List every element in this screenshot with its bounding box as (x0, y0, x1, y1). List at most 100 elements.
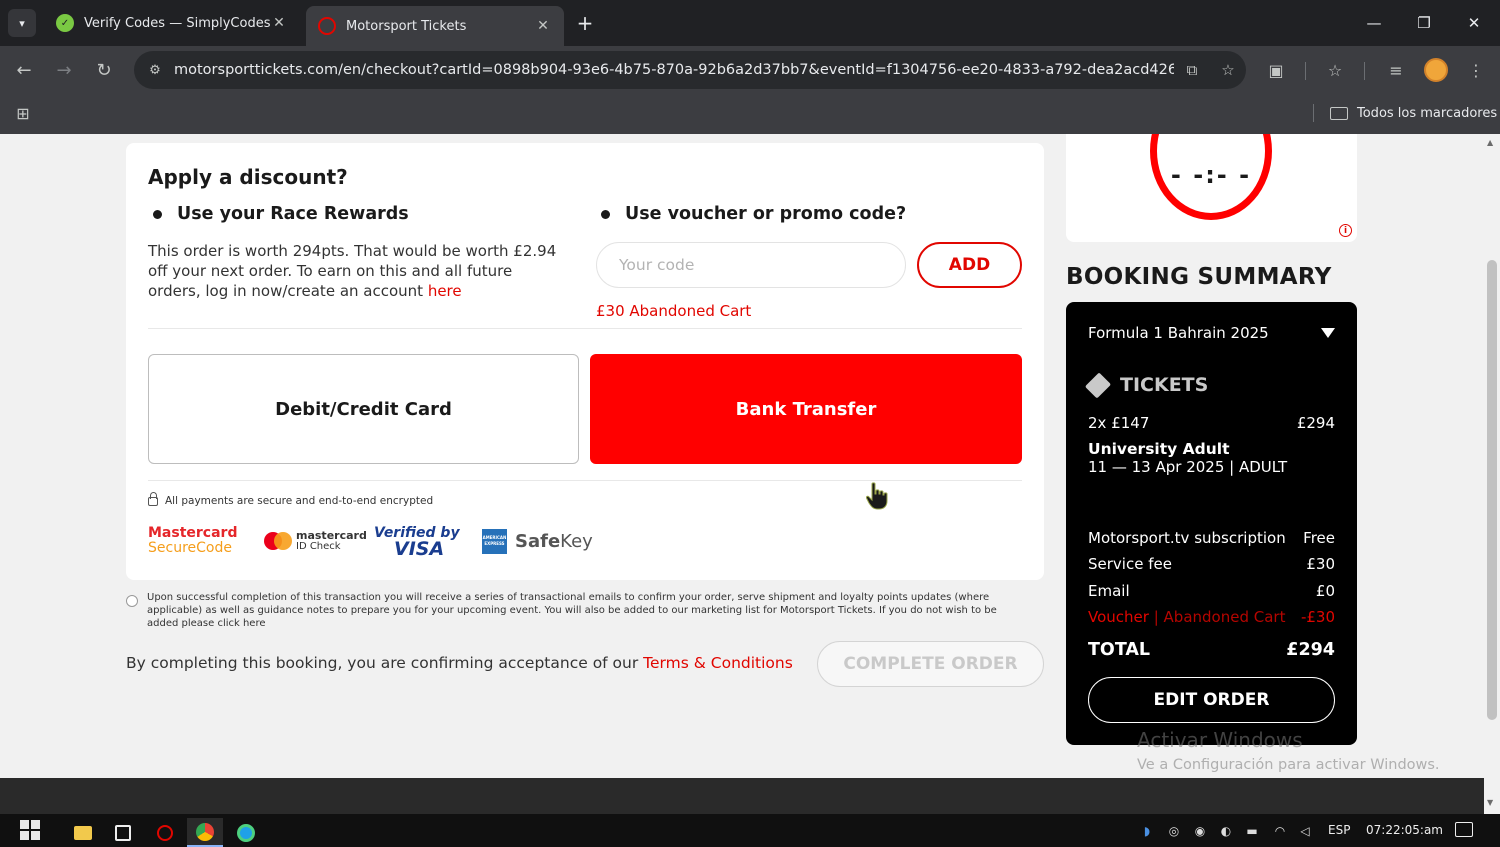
line-value: Free (1303, 529, 1335, 547)
voucher-line: Voucher | Abandoned Cart -£30 (1088, 608, 1335, 626)
close-window-icon[interactable]: ✕ (1451, 10, 1497, 36)
ticket-dates: 11 — 13 Apr 2025 | ADULT (1088, 458, 1288, 476)
all-bookmarks-button[interactable]: Todos los marcadores (1330, 102, 1497, 124)
checkout-page: Apply a discount? Use your Race Rewards … (0, 134, 1484, 778)
ticket-name: University Adult (1088, 440, 1230, 458)
tray-chrome-icon[interactable]: ◎ (1166, 823, 1182, 839)
profile-avatar[interactable] (1424, 58, 1448, 82)
windows-taskbar: ◗ ◎ ◉ ◐ ▬ ◠ ◁ ESP 07:22:05:am (0, 814, 1500, 847)
info-icon[interactable]: i (1339, 224, 1352, 237)
booking-summary-title: BOOKING SUMMARY (1066, 264, 1332, 290)
voucher-label-group: Voucher | Abandoned Cart (1088, 608, 1285, 626)
chrome-icon[interactable] (187, 818, 223, 847)
store-icon[interactable] (105, 818, 141, 847)
logo-text: Mastercard (148, 525, 238, 541)
logo-text: mastercard (296, 529, 367, 542)
acceptance-text: By completing this booking, you are conf… (126, 654, 793, 672)
payment-logos: Mastercard SecureCode mastercard ID Check… (148, 523, 593, 559)
tray-show-hidden-icon[interactable]: ▬ (1244, 823, 1260, 839)
scroll-up-icon[interactable]: ▲ (1487, 138, 1493, 147)
clock[interactable]: 07:22:05:am (1366, 823, 1443, 837)
secure-payment-note: All payments are secure and end-to-end e… (148, 491, 433, 507)
complete-order-button[interactable]: COMPLETE ORDER (817, 641, 1044, 687)
acceptance-text-body: By completing this booking, you are conf… (126, 654, 644, 672)
bookmarks-manager-icon[interactable]: ☆ (1321, 56, 1349, 84)
scroll-down-icon[interactable]: ▼ (1487, 798, 1493, 807)
site-settings-icon[interactable]: ⚙ (140, 63, 170, 78)
language-indicator[interactable]: ESP (1328, 823, 1350, 837)
event-name: Formula 1 Bahrain 2025 (1088, 324, 1269, 342)
new-tab-icon[interactable]: + (572, 10, 598, 36)
apps-grid-icon[interactable]: ⊞ (12, 102, 34, 124)
url-text[interactable]: motorsporttickets.com/en/checkout?cartId… (170, 62, 1174, 78)
folder-icon (1330, 106, 1348, 120)
promo-code-input[interactable] (596, 242, 906, 288)
address-bar[interactable]: ⚙ motorsporttickets.com/en/checkout?cart… (134, 51, 1246, 89)
windows-start-icon[interactable] (20, 820, 40, 840)
race-rewards-text: This order is worth 294pts. That would b… (148, 241, 568, 301)
translate-icon[interactable]: ⧉ (1174, 61, 1210, 79)
tray-app-icon[interactable]: ◗ (1139, 823, 1155, 839)
ticket-price-row: 2x £147 £294 (1088, 414, 1335, 432)
file-explorer-icon[interactable] (65, 818, 101, 847)
terms-conditions-link[interactable]: Terms & Conditions (643, 654, 793, 672)
amex-safekey-logo: AMERICAN EXPRESS SafeKey (482, 528, 593, 554)
voucher-heading: Use voucher or promo code? (601, 204, 906, 224)
event-toggle[interactable]: Formula 1 Bahrain 2025 (1088, 324, 1335, 342)
lock-icon (148, 491, 158, 506)
bank-transfer-button[interactable]: Bank Transfer (590, 354, 1022, 464)
total-value: £294 (1286, 640, 1335, 660)
logo-text: ID Check (296, 541, 341, 552)
motorsport-favicon-icon (318, 17, 336, 35)
simplycodes-favicon-icon: ✓ (56, 14, 74, 32)
toolbar-divider (1364, 62, 1365, 80)
logo-text: Key (560, 530, 593, 552)
ticket-tag-icon (1084, 371, 1112, 399)
amex-box-icon: AMERICAN EXPRESS (482, 528, 507, 554)
tab-search-icon[interactable]: ▾ (8, 9, 36, 37)
marketing-consent-radio[interactable] (126, 595, 138, 607)
debit-credit-card-button[interactable]: Debit/Credit Card (148, 354, 579, 464)
booking-summary-panel: Formula 1 Bahrain 2025 TICKETS 2x £147 £… (1066, 302, 1357, 745)
edge-icon[interactable] (228, 818, 264, 847)
section-divider (148, 328, 1022, 329)
login-here-link[interactable]: here (428, 282, 462, 300)
volume-icon[interactable]: ◁ (1297, 823, 1313, 839)
extensions-icon[interactable]: ▣ (1262, 56, 1290, 84)
tray-app-icon[interactable]: ◐ (1218, 823, 1234, 839)
caret-down-icon[interactable] (1321, 328, 1335, 338)
line-label: Email (1088, 582, 1130, 600)
ticket-amount: £294 (1296, 414, 1335, 432)
reload-icon[interactable]: ↻ (90, 56, 118, 84)
menu-kebab-icon[interactable]: ⋮ (1462, 56, 1490, 84)
windows-activation-title: Activar Windows (1137, 728, 1303, 752)
all-bookmarks-label: Todos los marcadores (1357, 105, 1498, 121)
add-code-button[interactable]: ADD (917, 242, 1022, 288)
page-scrollbar[interactable]: ▲ ▼ (1484, 134, 1500, 814)
notification-center-icon[interactable] (1455, 822, 1473, 837)
edit-order-button[interactable]: EDIT ORDER (1088, 677, 1335, 723)
mastercard-circles-icon (264, 532, 292, 550)
motorsport-app-icon[interactable] (147, 818, 183, 847)
forward-icon[interactable]: → (50, 56, 78, 84)
back-icon[interactable]: ← (10, 56, 38, 84)
tab-motorsport-tickets[interactable]: Motorsport Tickets ✕ (306, 6, 564, 46)
tray-google-icon[interactable]: ◉ (1192, 823, 1208, 839)
race-rewards-description: This order is worth 294pts. That would b… (148, 242, 557, 300)
close-tab-icon[interactable]: ✕ (270, 15, 288, 31)
wifi-icon[interactable]: ◠ (1272, 823, 1288, 839)
logo-text: VISA (394, 538, 445, 560)
countdown-timer-card: - -:- - i (1066, 134, 1357, 242)
bookmark-star-icon[interactable]: ☆ (1210, 61, 1246, 79)
reading-list-icon[interactable]: ≡ (1382, 56, 1410, 84)
scrollbar-thumb[interactable] (1487, 260, 1497, 720)
discount-heading: Apply a discount? (148, 165, 348, 189)
toolbar-divider (1305, 62, 1306, 80)
tab-verify-codes[interactable]: ✓ Verify Codes — SimplyCodes ✕ (44, 6, 300, 40)
minimize-icon[interactable]: — (1351, 10, 1397, 36)
verified-by-visa-logo: Verified by VISA (374, 525, 482, 560)
restore-icon[interactable]: ❐ (1401, 10, 1447, 36)
line-value: £0 (1315, 582, 1335, 600)
close-tab-icon[interactable]: ✕ (534, 18, 552, 34)
summary-line: Service fee £30 (1088, 555, 1335, 573)
